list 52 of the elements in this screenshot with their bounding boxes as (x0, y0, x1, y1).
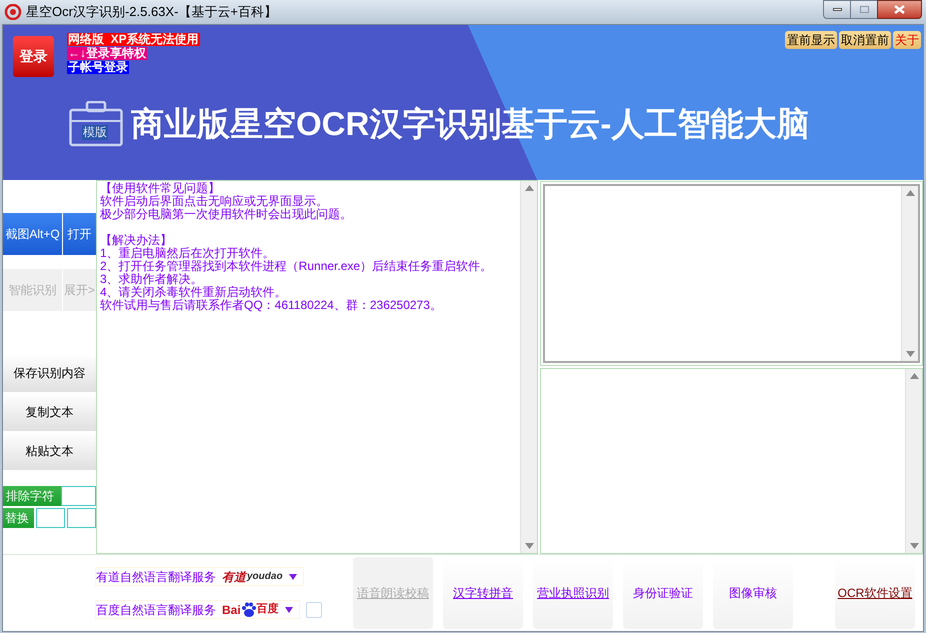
find-field[interactable] (36, 508, 65, 528)
toolbar-button[interactable]: 关于 (893, 31, 921, 49)
login-button[interactable]: 登录 (13, 36, 54, 77)
dropdown-caret-icon[interactable] (284, 606, 293, 612)
toolbar-button[interactable]: 置前显示 (785, 31, 837, 49)
exclude-field[interactable] (61, 486, 96, 506)
help-line: 2、打开任务管理器找到本软件进程（Runner.exe）后结束任务重启软件。 (100, 260, 494, 273)
help-heading: 【使用软件常见问题】 (100, 182, 221, 195)
help-line: 3、求助作者解决。 (100, 273, 204, 286)
notice-link[interactable]: ←↓登录享特权 (67, 47, 147, 60)
checkbox[interactable] (306, 602, 322, 618)
help-line: 软件试用与售后请联系作者QQ：461180224、群：236250273。 (100, 299, 443, 312)
window-title: 星空Ocr汉字识别-2.5.63X-【基于云+百科】 (26, 3, 278, 22)
scrollbar[interactable] (905, 369, 922, 553)
help-line: 软件启动后界面点击无响应或无界面显示。 (100, 195, 329, 208)
translation-service-dropdown[interactable]: 有道自然语言翻译服务 有道youdao (95, 567, 304, 586)
filter-label: 排除字符 (3, 486, 61, 506)
scroll-down-icon[interactable] (906, 351, 914, 357)
text-area[interactable]: 【使用软件常见问题】 软件启动后界面点击无响应或无界面显示。 极少部分电脑第一次使用软件时会出现此问题。 【解决办法】 1、重启电脑然后在次打开软件。 2、打开任务管理器找到本软件进程（Runner.exe）后结束任务重启软件。 3、求助作者解决。 4、请关闭杀毒软件重新启动软件。 软件试用与售后请联系作者QQ：461180224、群：236250273。 (96, 180, 538, 554)
notice-link[interactable]: 子帐号登录 (67, 61, 129, 74)
help-heading: 【解决办法】 (100, 234, 173, 247)
help-line: 4、请关闭杀毒软件重新启动软件。 (100, 286, 288, 299)
minimize-button[interactable] (823, 0, 851, 19)
logo-text: 百度 (256, 602, 279, 618)
toolbar-button[interactable]: 取消置前 (839, 31, 891, 49)
logo-text: 有道 (222, 568, 246, 586)
logo-text: Bai (222, 602, 241, 618)
notice-link[interactable]: 网络版 XP系统无法使用 (67, 33, 200, 46)
scroll-up-icon[interactable] (524, 185, 534, 191)
dropdown-caret-icon[interactable] (288, 574, 297, 580)
logo-text: youdao (247, 570, 283, 582)
scroll-up-icon[interactable] (906, 190, 914, 196)
app-logo-icon (4, 4, 22, 20)
replace-field[interactable] (67, 508, 96, 528)
translation-service-dropdown[interactable]: 百度自然语言翻译服务 Bai 百度 (95, 600, 300, 619)
action-button[interactable]: 打开 (63, 213, 96, 255)
scroll-down-icon[interactable] (524, 543, 534, 549)
scrollbar[interactable] (520, 181, 537, 553)
help-line: 极少部分电脑第一次使用软件时会出现此问题。 (100, 208, 353, 221)
paw-icon (240, 602, 257, 617)
template-badge: 模版 (82, 124, 108, 140)
filter-label: 替换 (3, 508, 34, 528)
help-line: 1、重启电脑然后在次打开软件。 (100, 247, 276, 260)
close-icon[interactable] (894, 5, 905, 14)
action-button[interactable]: 截图Alt+Q (3, 213, 62, 255)
scroll-down-icon[interactable] (910, 543, 918, 549)
close-button[interactable] (877, 0, 922, 19)
toolbox-icon (69, 100, 123, 147)
scrollbar[interactable] (901, 186, 918, 361)
banner-title: 商业版星空OCR汉字识别基于云-人工智能大脑 (131, 104, 810, 144)
scroll-up-icon[interactable] (910, 373, 918, 379)
maximize-button[interactable] (851, 0, 877, 19)
